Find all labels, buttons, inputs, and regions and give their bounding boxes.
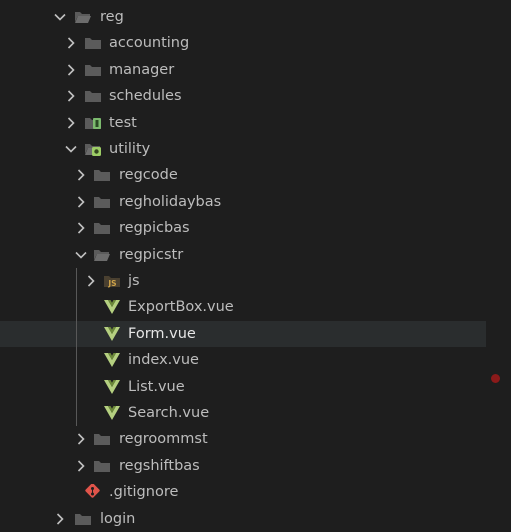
chevron-right-icon[interactable]	[74, 426, 88, 452]
chevron-right-icon[interactable]	[74, 215, 88, 241]
tree-item-regroommst[interactable]: regroommst	[0, 426, 486, 452]
tree-item-accounting[interactable]: accounting	[0, 30, 486, 56]
tree-item-label: reg	[100, 9, 124, 25]
tree-item-regcode[interactable]: regcode	[0, 162, 486, 188]
chevron-right-icon[interactable]	[64, 110, 78, 136]
tree-item-index-vue[interactable]: index.vue	[0, 347, 486, 373]
folder-icon	[93, 220, 111, 236]
git-icon	[84, 484, 102, 500]
vue-icon	[103, 379, 121, 395]
tree-item-label: .gitignore	[109, 484, 179, 501]
chevron-right-icon[interactable]	[64, 83, 78, 109]
tree-item-regholidaybas[interactable]: regholidaybas	[0, 189, 486, 215]
utility-folder-open-icon	[84, 141, 102, 157]
tree-item-regpicbas[interactable]: regpicbas	[0, 215, 486, 241]
vue-icon	[103, 405, 121, 421]
folder-icon	[93, 431, 111, 447]
svg-text:JS: JS	[107, 279, 116, 288]
tree-item-manager[interactable]: manager	[0, 57, 486, 83]
folder-icon	[93, 167, 111, 183]
chevron-right-icon[interactable]	[53, 506, 67, 532]
tree-item-label: accounting	[109, 35, 190, 52]
tree-item-label: regshiftbas	[119, 457, 200, 474]
tree-item-label: Form.vue	[128, 325, 196, 342]
vue-icon	[103, 326, 121, 342]
tree-item-label: js	[128, 273, 140, 289]
tree-item-label: regholidaybas	[119, 193, 222, 210]
chevron-right-icon[interactable]	[74, 189, 88, 215]
tree-item-label: schedules	[109, 88, 182, 105]
tree-item-schedules[interactable]: schedules	[0, 83, 486, 109]
chevron-right-icon[interactable]	[84, 268, 98, 294]
chevron-down-icon[interactable]	[64, 136, 78, 162]
indent-guide	[76, 268, 77, 427]
vue-icon	[103, 299, 121, 315]
tree-item-js[interactable]: JS js	[0, 268, 486, 294]
js-folder-icon: JS	[103, 273, 121, 289]
tree-item-login[interactable]: login	[0, 506, 486, 532]
vue-icon	[103, 352, 121, 368]
tree-item-test[interactable]: test	[0, 110, 486, 136]
tree-item-label: regpicstr	[119, 246, 184, 263]
file-explorer-tree: reg accounting manager schedules test utility…	[0, 0, 511, 527]
tree-item-label: ExportBox.vue	[128, 299, 234, 316]
chevron-right-icon[interactable]	[74, 453, 88, 479]
tree-item-utility[interactable]: utility	[0, 136, 486, 162]
chevron-right-icon[interactable]	[64, 57, 78, 83]
tree-item-list-vue[interactable]: List.vue	[0, 374, 486, 400]
chevron-down-icon[interactable]	[53, 4, 67, 30]
folder-icon	[74, 511, 92, 527]
tree-item-regpicstr[interactable]: regpicstr	[0, 242, 486, 268]
tree-item-label: regroommst	[119, 431, 208, 448]
tree-item-label: test	[109, 114, 137, 131]
chevron-down-icon[interactable]	[74, 242, 88, 268]
tree-item-label: Search.vue	[128, 405, 210, 421]
tree-item-exportbox-vue[interactable]: ExportBox.vue	[0, 294, 486, 320]
tree-item-label: regcode	[119, 167, 178, 184]
breakpoint-icon	[491, 374, 500, 383]
tree-item-gitignore[interactable]: .gitignore	[0, 479, 486, 505]
tree-item-label: login	[100, 510, 136, 527]
tree-item-reg[interactable]: reg	[0, 4, 486, 30]
test-folder-icon	[84, 115, 102, 131]
tree-item-form-vue[interactable]: Form.vue	[0, 320, 486, 347]
chevron-right-icon[interactable]	[64, 30, 78, 56]
folder-icon	[84, 62, 102, 78]
folder-open-icon	[93, 247, 111, 263]
tree-item-label: utility	[109, 141, 151, 157]
folder-icon	[84, 88, 102, 104]
tree-item-search-vue[interactable]: Search.vue	[0, 400, 486, 426]
chevron-right-icon[interactable]	[74, 162, 88, 188]
folder-icon	[84, 35, 102, 51]
tree-item-label: regpicbas	[119, 220, 190, 237]
folder-open-icon	[74, 9, 92, 25]
folder-icon	[93, 194, 111, 210]
tree-item-label: index.vue	[128, 352, 199, 369]
tree-item-regshiftbas[interactable]: regshiftbas	[0, 453, 486, 479]
tree-item-label: List.vue	[128, 378, 185, 395]
folder-icon	[93, 458, 111, 474]
tree-item-label: manager	[109, 61, 175, 78]
